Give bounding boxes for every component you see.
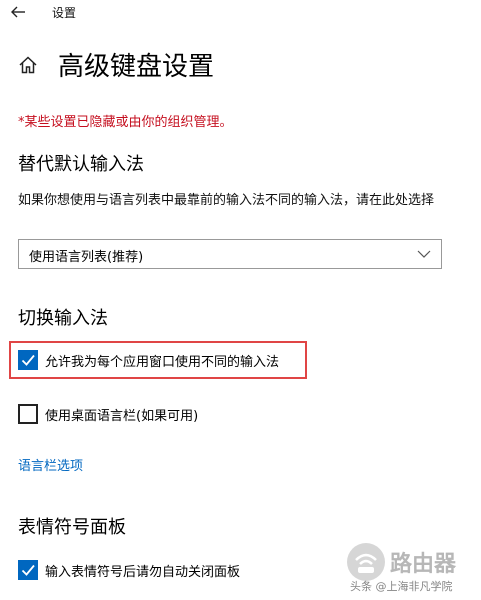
section-title-override-input: 替代默认输入法 xyxy=(18,154,144,175)
page-title: 高级键盘设置 xyxy=(58,52,215,82)
checkbox-label: 使用桌面语言栏(如果可用) xyxy=(45,409,199,424)
override-input-description: 如果你想使用与语言列表中最靠前的输入法不同的输入法，请在此处选择 xyxy=(18,193,435,208)
watermark-subtitle: 头条 @上海非凡学院 xyxy=(350,580,453,593)
section-title-switch-input: 切换输入法 xyxy=(18,308,108,329)
language-bar-options-link[interactable]: 语言栏选项 xyxy=(18,455,83,474)
checkbox-checked[interactable] xyxy=(18,350,38,370)
watermark-title: 路由器 xyxy=(390,552,457,577)
checkmark-icon xyxy=(21,354,35,366)
watermark: 路由器 头条 @上海非凡学院 xyxy=(344,540,479,598)
app-title: 设置 xyxy=(52,6,77,20)
checkbox-checked[interactable] xyxy=(18,560,38,580)
org-notice: *某些设置已隐藏或由你的组织管理。 xyxy=(18,115,233,130)
checkbox-label: 允许我为每个应用窗口使用不同的输入法 xyxy=(45,355,280,370)
back-arrow-icon xyxy=(11,6,25,18)
chevron-down-icon xyxy=(417,250,431,258)
section-title-emoji-panel: 表情符号面板 xyxy=(18,517,126,538)
title-bar: 设置 xyxy=(0,0,481,28)
home-icon xyxy=(19,56,37,74)
home-button[interactable] xyxy=(18,55,38,75)
back-button[interactable] xyxy=(10,3,28,21)
checkmark-icon xyxy=(21,564,35,576)
checkbox-unchecked[interactable] xyxy=(18,404,38,424)
input-method-dropdown[interactable]: 使用语言列表(推荐) xyxy=(18,239,442,269)
checkbox-label: 输入表情符号后请勿自动关闭面板 xyxy=(45,565,241,580)
dropdown-value: 使用语言列表(推荐) xyxy=(29,250,144,265)
